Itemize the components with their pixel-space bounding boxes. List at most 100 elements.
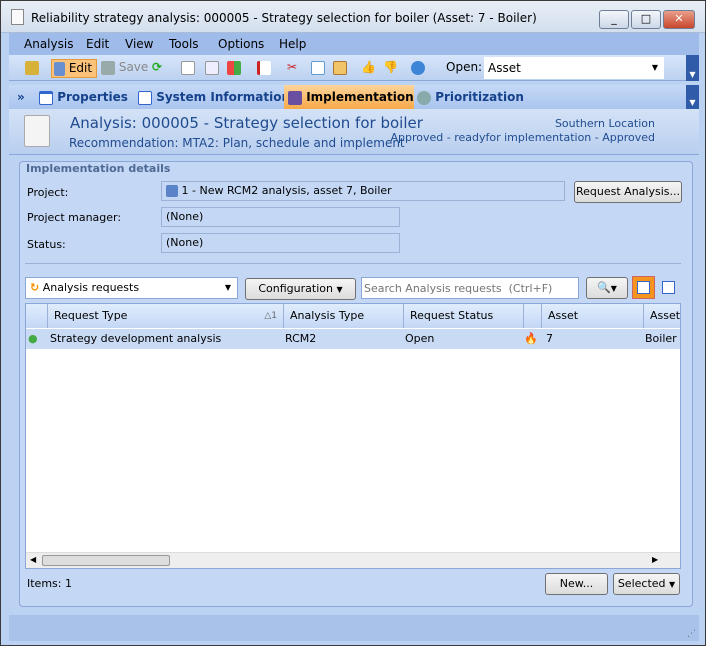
divider	[25, 263, 681, 264]
menu-analysis[interactable]: Analysis	[24, 37, 73, 51]
up-folder-icon[interactable]	[25, 59, 39, 78]
asset: 7	[546, 332, 553, 345]
menu-help[interactable]: Help	[279, 37, 306, 51]
configuration-button[interactable]: Configuration ▼	[245, 278, 356, 300]
search-icon: 🔍	[597, 281, 611, 294]
tab-properties[interactable]: Properties	[39, 85, 128, 109]
project-value: 1 - New RCM2 analysis, asset 7, Boiler	[181, 184, 392, 197]
tab-label: Implementation	[306, 90, 414, 104]
project-label: Project:	[27, 186, 69, 199]
thumbs-up-icon[interactable]: 👍	[361, 59, 376, 78]
selected-dropdown[interactable]: Selected ▼	[613, 573, 680, 595]
window-title: Reliability strategy analysis: 000005 - …	[31, 11, 537, 25]
horizontal-scrollbar[interactable]: ◀ ▶	[26, 552, 680, 568]
scroll-left-button[interactable]: ◀	[30, 555, 36, 564]
scroll-thumb[interactable]	[42, 555, 170, 566]
refresh-icon[interactable]: ⟳	[152, 59, 162, 78]
project-field[interactable]: 1 - New RCM2 analysis, asset 7, Boiler	[161, 181, 565, 201]
column-header-icon[interactable]	[524, 304, 542, 328]
open-dropdown[interactable]: Asset ▼	[484, 57, 664, 79]
tab-bar: » Properties System Information Implemen…	[9, 85, 699, 109]
column-header-asset-description[interactable]: Asset	[644, 304, 680, 328]
analysis-header: Analysis: 000005 - Strategy selection fo…	[9, 109, 699, 155]
list-view-button[interactable]	[632, 276, 655, 299]
copy-document-icon[interactable]	[205, 59, 219, 78]
chevron-down-icon: ▼	[651, 63, 658, 72]
status-label: Status:	[27, 238, 66, 251]
header-label: Request Type	[54, 309, 128, 322]
project-manager-field[interactable]: (None)	[161, 207, 400, 227]
windows-icon[interactable]	[227, 59, 241, 78]
detail-view-button[interactable]	[658, 277, 680, 299]
tab-prioritization[interactable]: Prioritization	[417, 85, 524, 109]
configuration-label: Configuration	[258, 282, 333, 295]
new-document-icon[interactable]	[181, 59, 195, 78]
row-indicator-header	[26, 304, 48, 328]
toolbar-overflow-button[interactable]: ▼	[686, 55, 699, 81]
menu-bar: Analysis Edit View Tools Options Help	[9, 33, 699, 55]
approval-status: Approved - readyfor implementation - App…	[390, 131, 655, 144]
info-icon[interactable]	[411, 59, 425, 78]
location: Southern Location	[554, 117, 655, 130]
status-bar: ⋰	[9, 615, 699, 641]
title-bar: Reliability strategy analysis: 000005 - …	[1, 1, 705, 33]
maximize-button[interactable]: □	[631, 10, 661, 29]
analysis-type: RCM2	[285, 332, 317, 345]
save-button[interactable]: Save	[101, 59, 148, 78]
request-type: Strategy development analysis	[50, 332, 222, 345]
minimize-button[interactable]: _	[599, 10, 629, 29]
section-title: Implementation details	[26, 162, 171, 175]
status-field[interactable]: (None)	[161, 233, 400, 253]
refresh-orange-icon: ↻	[30, 281, 40, 294]
sort-ascending-icon: △1	[264, 311, 277, 321]
menu-view[interactable]: View	[125, 37, 153, 51]
open-label: Open:	[446, 60, 483, 74]
tab-label: System Information	[156, 90, 290, 104]
tab-label: Properties	[57, 90, 128, 104]
save-label: Save	[118, 60, 149, 74]
column-header-asset[interactable]: Asset	[542, 304, 644, 328]
menu-tools[interactable]: Tools	[169, 37, 199, 51]
column-header-analysis-type[interactable]: Analysis Type	[284, 304, 404, 328]
list-selector[interactable]: ↻ Analysis requests ▼	[25, 277, 238, 299]
copy-icon[interactable]	[311, 59, 325, 78]
column-header-request-status[interactable]: Request Status	[404, 304, 524, 328]
edit-button[interactable]: Edit	[51, 59, 97, 78]
items-count: Items: 1	[27, 577, 72, 590]
menu-edit[interactable]: Edit	[86, 37, 109, 51]
tab-label: Prioritization	[435, 90, 524, 104]
window: Reliability strategy analysis: 000005 - …	[0, 0, 706, 646]
analysis-document-icon	[24, 115, 50, 147]
paste-icon[interactable]	[333, 59, 347, 78]
document-icon	[11, 9, 24, 25]
column-header-request-type[interactable]: Request Type △1	[48, 304, 284, 328]
search-button[interactable]: 🔍▼	[586, 277, 628, 299]
search-input[interactable]	[361, 277, 579, 299]
request-type-icon: ●	[28, 332, 38, 345]
new-button[interactable]: New...	[545, 573, 608, 595]
fire-icon: 🔥	[524, 332, 538, 345]
chevron-down-icon: ▼	[669, 580, 676, 589]
cut-icon[interactable]: ✂	[287, 59, 297, 78]
close-button[interactable]: ✕	[663, 10, 695, 29]
resize-grip-icon[interactable]: ⋰	[687, 629, 696, 639]
analysis-requests-grid: Request Type △1 Analysis Type Request Sta…	[25, 303, 681, 569]
table-row[interactable]: ● Strategy development analysis RCM2 Ope…	[26, 329, 680, 349]
tab-implementation[interactable]: Implementation	[284, 85, 414, 109]
open-value: Asset	[488, 61, 521, 75]
menu-options[interactable]: Options	[218, 37, 264, 51]
edit-label: Edit	[68, 61, 93, 75]
project-manager-label: Project manager:	[27, 211, 122, 224]
scroll-right-button[interactable]: ▶	[652, 555, 658, 564]
chevron-down-icon: ▼	[224, 283, 231, 292]
tab-system-information[interactable]: System Information	[138, 85, 290, 109]
recommendation: Recommendation: MTA2: Plan, schedule and…	[69, 136, 405, 150]
collapse-tabs-icon[interactable]: »	[17, 85, 25, 109]
report-icon[interactable]	[257, 59, 271, 78]
request-analysis-button[interactable]: Request Analysis...	[574, 181, 682, 203]
thumbs-down-icon[interactable]: 👎	[383, 59, 398, 78]
chevron-down-icon: ▼	[336, 285, 343, 294]
asset-description: Boiler	[645, 332, 677, 345]
tabs-overflow-button[interactable]: ▼	[686, 85, 699, 109]
list-selector-value: Analysis requests	[42, 281, 140, 294]
